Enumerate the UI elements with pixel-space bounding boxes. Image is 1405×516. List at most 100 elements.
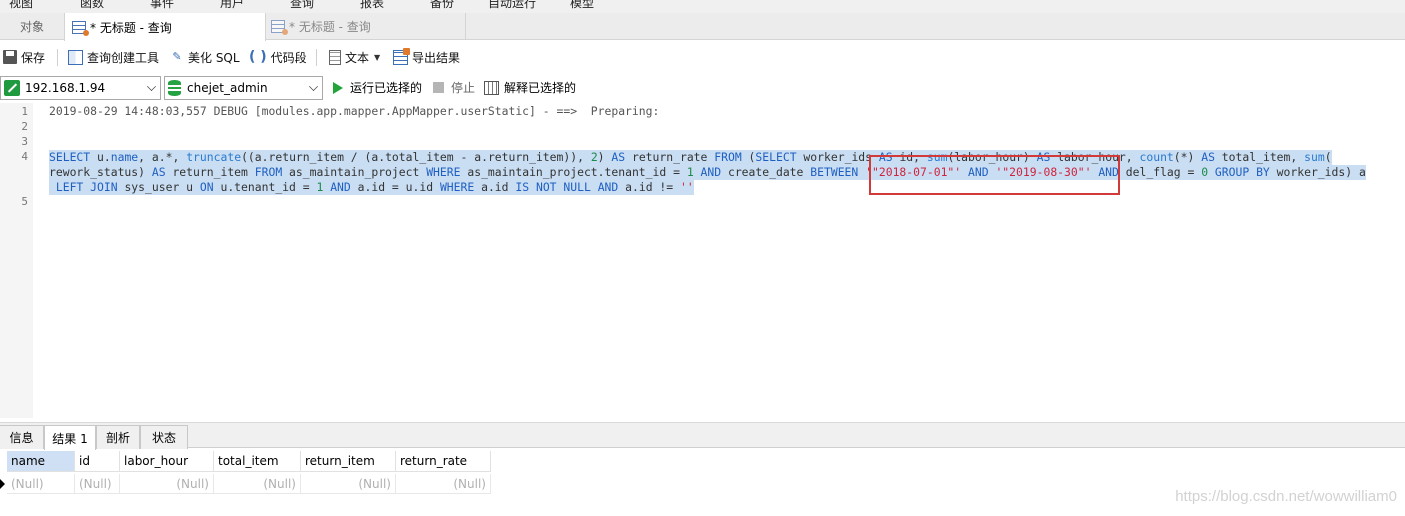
connection-icon [4,80,20,96]
code-token: ( [1324,150,1332,164]
code-token: , a.*, [138,150,187,164]
code-token: FROM [714,150,742,164]
code-token: ON [199,180,214,194]
menu-users[interactable]: 用户 [220,0,244,11]
text-icon [329,49,341,65]
play-icon [333,81,343,94]
tab-result-1-label: 结果 1 [52,431,88,446]
tab-info-label: 信息 [9,431,34,445]
code-token: del_flag = [1118,165,1202,179]
code-token: return_item [165,165,255,179]
menu-view[interactable]: 视图 [9,0,33,11]
tab-query-active-label: * 无标题 - 查询 [90,20,172,35]
menu-functions[interactable]: 函数 [80,0,104,11]
code-token: AS [151,165,166,179]
caret-down-icon: ▼ [374,52,381,62]
code-token: sys_user u [117,180,200,194]
tab-info[interactable]: 信息 [0,425,44,449]
toolbar-divider [57,49,58,66]
query-builder-icon [68,49,83,65]
code-token: AND [330,180,351,194]
menu-backup[interactable]: 备份 [430,0,454,11]
code-line-1: 2019-08-29 14:48:03,557 DEBUG [modules.a… [49,104,660,118]
code-token: 1 [686,165,694,179]
sql-editor[interactable]: 1 2 3 4 5 2019-08-29 14:48:03,557 DEBUG … [0,103,1405,418]
menu-model[interactable]: 模型 [570,0,594,11]
code-token: truncate [186,150,242,164]
table-cell[interactable]: (Null) [301,474,396,494]
connection-select[interactable]: 192.168.1.94 [0,76,161,100]
code-token: IS NOT NULL [515,180,591,194]
code-line-4c: LEFT JOIN sys_user u ON u.tenant_id = 1 … [49,180,694,195]
code-token: 2 [590,150,598,164]
code-token: SELECT [49,150,91,164]
column-header-return-item[interactable]: return_item [301,451,396,472]
table-cell[interactable]: (Null) [214,474,301,494]
code-token: GROUP BY [1214,165,1270,179]
query-builder-button[interactable]: 查询创建工具 [68,42,159,72]
table-cell[interactable]: (Null) [7,474,75,494]
menu-query[interactable]: 查询 [290,0,314,11]
line-number-gutter: 1 2 3 4 5 [0,103,33,418]
tab-status[interactable]: 状态 [140,425,188,449]
code-token: ) [597,150,612,164]
snippet-icon: ( ) [249,49,267,65]
line-number: 2 [21,120,28,133]
save-label: 保存 [21,50,46,65]
menu-events[interactable]: 事件 [150,0,174,11]
query-toolbar: 保存 查询创建工具 ✎ 美化 SQL ( ) 代码段 文本 ▼ 导出结果 [0,42,1405,72]
export-icon [393,47,410,65]
code-token: create_date [721,165,811,179]
column-header-return-rate[interactable]: return_rate [396,451,491,472]
line-number: 1 [21,105,28,118]
stop-label: 停止 [451,81,476,95]
explain-selected-button[interactable]: 解释已选择的 [484,74,576,101]
database-select[interactable]: chejet_admin [164,76,323,100]
column-header-name[interactable]: name [7,451,75,472]
beautify-label: 美化 SQL [188,50,240,65]
tab-query-inactive[interactable]: * 无标题 - 查询 [266,13,466,40]
query-icon [271,20,288,35]
table-cell[interactable]: (Null) [120,474,214,494]
column-header-total-item[interactable]: total_item [214,451,301,472]
menu-report[interactable]: 报表 [360,0,384,11]
beautify-icon: ✎ [172,50,182,63]
column-header-id[interactable]: id [75,451,120,472]
beautify-sql-button[interactable]: ✎ 美化 SQL [170,42,240,72]
save-button[interactable]: 保存 [3,42,45,72]
tab-profile[interactable]: 剖析 [96,425,140,449]
tab-objects[interactable]: 对象 [0,13,64,40]
database-value: chejet_admin [187,81,268,95]
snippet-label: 代码段 [270,50,307,65]
text-dropdown-button[interactable]: 文本 ▼ [329,42,380,72]
export-results-button[interactable]: 导出结果 [393,42,460,72]
code-token: ((a.return_item / (a.total_item - a.retu… [241,150,591,164]
code-line-4a: SELECT u.name, a.*, truncate((a.return_i… [49,150,1332,165]
code-token: worker_ids [796,150,879,164]
connection-bar: 192.168.1.94 chejet_admin 运行已选择的 停止 解释已选… [0,74,1405,101]
chevron-down-icon [309,82,318,91]
tab-query-active[interactable]: * 无标题 - 查询 [64,13,266,41]
run-selected-button[interactable]: 运行已选择的 [333,74,422,101]
code-token: worker_ids) a [1269,165,1366,179]
code-token: a.id = u.id [350,180,440,194]
save-icon [3,50,17,64]
result-tabs: 信息 结果 1 剖析 状态 [0,422,1405,450]
tab-profile-label: 剖析 [105,431,130,445]
code-token: a.id [474,180,516,194]
code-token: name [110,150,139,164]
menu-automation[interactable]: 自动运行 [488,0,536,11]
table-cell[interactable]: (Null) [75,474,120,494]
stop-button[interactable]: 停止 [433,74,475,101]
tab-result-1[interactable]: 结果 1 [44,425,96,450]
query-icon [72,20,89,36]
code-snippet-button[interactable]: ( ) 代码段 [249,42,307,72]
line-number: 3 [21,135,28,148]
code-token: sum [1304,150,1325,164]
table-cell[interactable]: (Null) [396,474,491,494]
code-token: as_maintain_project [282,165,427,179]
column-header-labor-hour[interactable]: labor_hour [120,451,214,472]
